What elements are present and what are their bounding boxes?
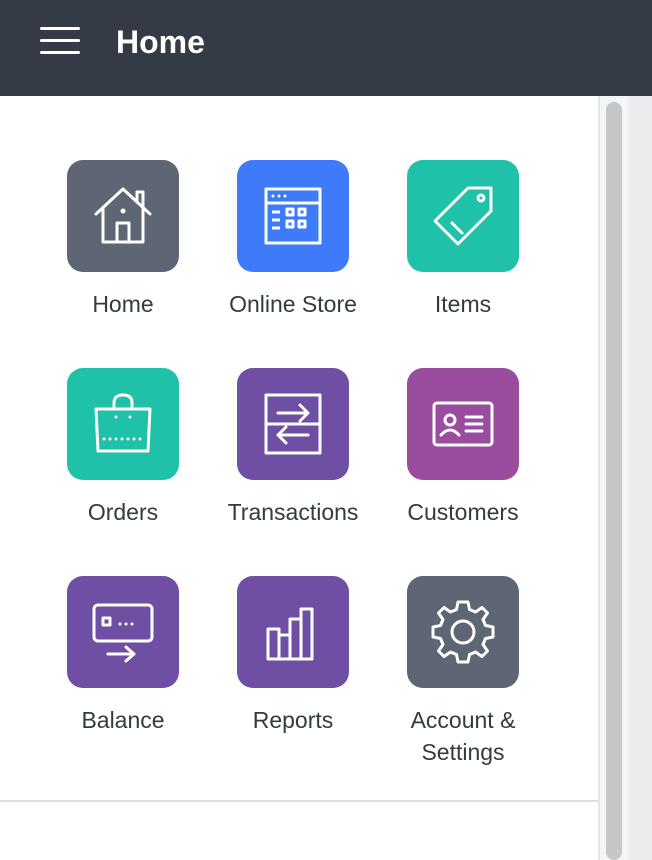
tile-label: Customers — [407, 499, 519, 525]
id-card-icon — [407, 368, 519, 480]
tile-label: Account & Settings — [410, 707, 516, 765]
tile-items[interactable]: Items — [378, 160, 548, 360]
tile-label: Home — [92, 291, 154, 317]
tile-label: Items — [434, 291, 492, 317]
tile-reports[interactable]: Reports — [208, 576, 378, 776]
hamburger-menu-icon[interactable] — [40, 26, 80, 56]
section-divider — [0, 800, 598, 802]
scrollbar-thumb[interactable] — [606, 102, 622, 860]
house-icon — [67, 160, 179, 272]
tile-balance[interactable]: Balance — [38, 576, 208, 776]
card-transfer-icon — [67, 576, 179, 688]
tile-label: Orders — [87, 499, 159, 525]
tile-home[interactable]: Home — [38, 160, 208, 360]
transfer-arrows-icon — [237, 368, 349, 480]
tile-label: Reports — [252, 707, 334, 733]
side-panel — [628, 96, 652, 860]
top-app-bar: Home — [0, 0, 652, 96]
tile-online-store[interactable]: Online Store — [208, 160, 378, 360]
online-store-icon — [237, 160, 349, 272]
tile-label: Online Store — [229, 291, 357, 317]
shopping-bag-icon — [67, 368, 179, 480]
tile-transactions[interactable]: Transactions — [208, 368, 378, 568]
tile-account-settings[interactable]: Account & Settings — [378, 576, 548, 776]
gear-icon — [407, 576, 519, 688]
tile-customers[interactable]: Customers — [378, 368, 548, 568]
tag-icon — [407, 160, 519, 272]
page-title: Home — [116, 24, 205, 60]
tile-orders[interactable]: Orders — [38, 368, 208, 568]
bar-chart-icon — [237, 576, 349, 688]
tile-label: Balance — [81, 707, 165, 733]
tile-label: Transactions — [227, 499, 359, 525]
